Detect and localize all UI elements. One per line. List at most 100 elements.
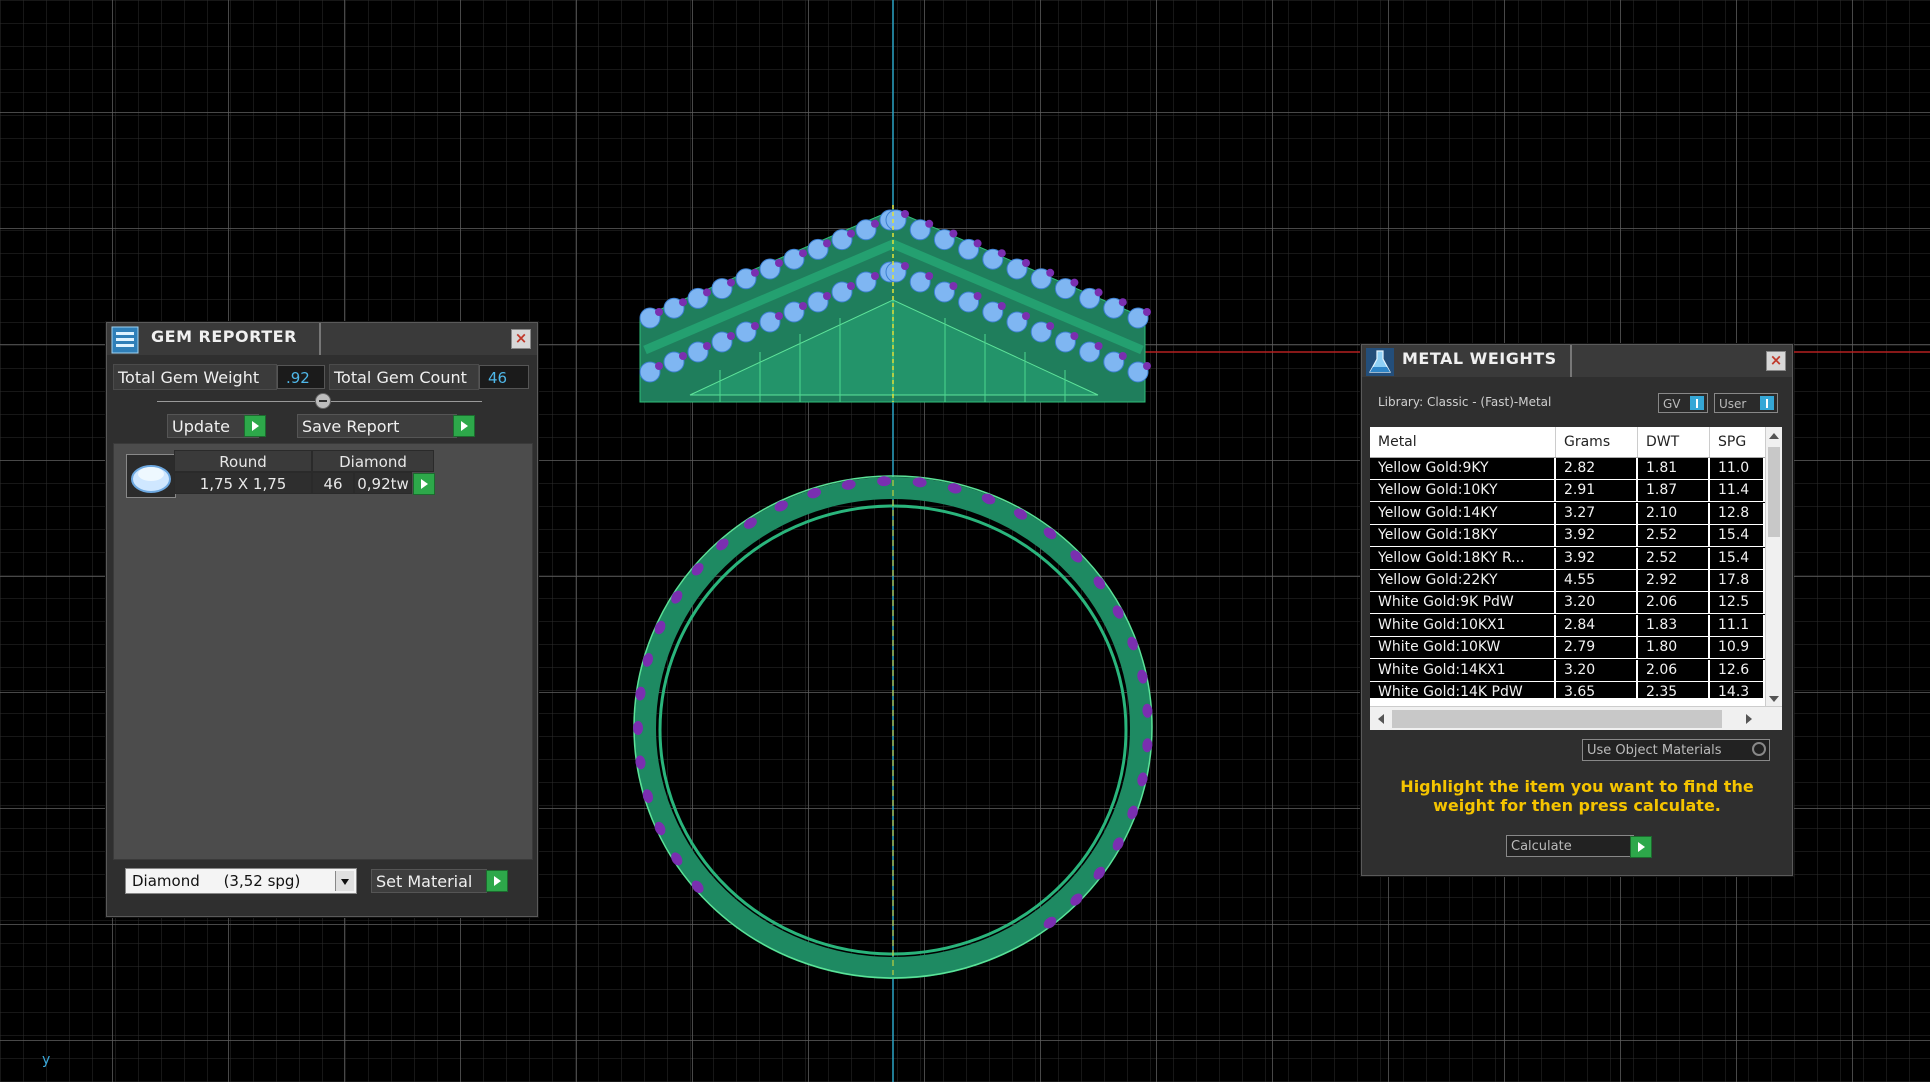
table-row[interactable]: Yellow Gold:14KY 3.27 2.10 12.8 [1370,502,1765,525]
dwt-cell: 2.52 [1638,547,1710,569]
round-diamond-icon [131,465,171,493]
spg-cell: 12.6 [1710,659,1765,681]
spg-cell: 12.8 [1710,502,1765,524]
prong [799,302,807,310]
total-gem-count-label: Total Gem Count [329,364,479,390]
scroll-down-icon[interactable] [1769,696,1779,702]
scroll-left-icon[interactable] [1378,714,1384,724]
gem-reporter-title: GEM REPORTER [151,327,297,346]
prong [1118,298,1127,307]
use-object-materials-toggle[interactable]: Use Object Materials [1582,739,1770,761]
prong [901,262,909,270]
table-row[interactable]: White Gold:10KX1 2.84 1.83 11.1 [1370,614,1765,637]
column-header-metal[interactable]: Metal [1370,427,1556,457]
title-divider [1570,345,1572,377]
gem-list[interactable]: Round Diamond 1,75 X 1,75 46 0,92tw [113,443,533,860]
library-label: Library: Classic - (Fast)-Metal [1378,395,1552,409]
metal-name-cell: Yellow Gold:18KY R... [1370,547,1556,569]
gv-label: GV [1663,397,1681,411]
metal-weights-titlebar[interactable]: METAL WEIGHTS × [1362,345,1792,377]
table-row[interactable]: White Gold:10KW 2.79 1.80 10.9 [1370,637,1765,660]
horizontal-scroll-thumb[interactable] [1392,710,1722,728]
metal-name-cell: White Gold:9K PdW [1370,592,1556,614]
prong [1070,278,1079,287]
user-toggle[interactable]: User [1714,393,1778,413]
shank-prong [633,721,643,735]
prong [823,239,831,248]
gem-reporter-panel[interactable]: GEM REPORTER × Total Gem Weight .92 Tota… [106,322,538,917]
update-play-icon[interactable] [244,415,266,437]
column-header-dwt[interactable]: DWT [1638,427,1710,457]
prong [1143,362,1151,370]
dwt-cell: 1.81 [1638,458,1710,479]
table-row[interactable]: Yellow Gold:18KY 3.92 2.52 15.4 [1370,525,1765,548]
metal-name-cell: Yellow Gold:14KY [1370,502,1556,524]
metal-table-header: Metal Grams DWT SPG [1370,427,1765,458]
prong [973,292,982,300]
prong [823,292,831,300]
metal-name-cell: Yellow Gold:18KY [1370,525,1556,547]
gem-reporter-close-button[interactable]: × [511,329,531,349]
grams-cell: 3.20 [1556,659,1638,681]
dwt-cell: 2.06 [1638,592,1710,614]
table-row[interactable]: White Gold:14KX1 3.20 2.06 12.6 [1370,659,1765,682]
prong [997,249,1006,258]
metal-table[interactable]: Metal Grams DWT SPG Yellow Gold:9KY 2.82 1… [1370,427,1782,730]
set-material-button[interactable]: Set Material [371,869,487,893]
prong [1094,288,1103,297]
grams-cell: 3.65 [1556,682,1638,698]
grams-cell: 3.27 [1556,502,1638,524]
dwt-cell: 2.92 [1638,570,1710,591]
grams-cell: 2.79 [1556,637,1638,659]
table-row[interactable]: Yellow Gold:22KY 4.55 2.92 17.8 [1370,570,1765,592]
dwt-cell: 1.83 [1638,614,1710,636]
metal-name-cell: White Gold:10KW [1370,637,1556,659]
gem-thumbnail [126,454,176,498]
prong [1046,322,1055,330]
material-select[interactable]: Diamond (3,52 spg) [125,868,357,894]
axis-indicator: y [42,1052,51,1068]
metal-name-cell: Yellow Gold:22KY [1370,570,1556,591]
gem-count-cell: 46 [312,472,354,494]
table-row[interactable]: Yellow Gold:10KY 2.91 1.87 11.4 [1370,480,1765,503]
calculate-play-icon[interactable] [1630,836,1652,858]
set-material-play-icon[interactable] [486,870,508,892]
metal-name-cell: Yellow Gold:9KY [1370,458,1556,479]
metal-weights-panel[interactable]: METAL WEIGHTS × Library: Classic - (Fast… [1361,344,1793,876]
gv-toggle[interactable]: GV [1658,393,1708,413]
prong [1046,268,1055,277]
gem-reporter-titlebar[interactable]: GEM REPORTER × [107,323,537,355]
metal-name-cell: White Gold:10KX1 [1370,614,1556,636]
save-report-play-icon[interactable] [453,415,475,437]
column-header-spg[interactable]: SPG [1710,427,1765,457]
metal-name-cell: White Gold:14KX1 [1370,659,1556,681]
scroll-up-icon[interactable] [1769,433,1779,439]
save-report-button[interactable]: Save Report [297,414,457,438]
scroll-right-icon[interactable] [1746,714,1752,724]
metal-table-body[interactable]: Yellow Gold:9KY 2.82 1.81 11.0 Yellow Gold:1… [1370,458,1765,698]
horizontal-scrollbar[interactable] [1370,706,1782,730]
set-material-label: Set Material [376,872,473,891]
prong [1094,342,1103,350]
calculate-button[interactable]: Calculate [1506,835,1634,857]
gem-reporter-icon [111,326,139,354]
table-row[interactable]: Yellow Gold:18KY R... 3.92 2.52 15.4 [1370,547,1765,570]
prong [847,282,855,290]
info-icon [1690,396,1704,410]
title-divider [319,323,321,355]
vertical-scrollbar[interactable] [1765,427,1782,706]
table-row[interactable]: Yellow Gold:9KY 2.82 1.81 11.0 [1370,458,1765,480]
metal-weights-title: METAL WEIGHTS [1402,349,1557,368]
size-slider-knob[interactable] [315,393,331,409]
column-header-grams[interactable]: Grams [1556,427,1638,457]
prong [751,322,759,330]
prong [1118,352,1127,360]
spg-cell: 11.0 [1710,458,1765,479]
table-row[interactable]: White Gold:14K PdW 3.65 2.35 14.3 [1370,682,1765,698]
metal-weights-close-button[interactable]: × [1766,351,1786,371]
gem-row-play-icon[interactable] [413,473,435,495]
table-row[interactable]: White Gold:9K PdW 3.20 2.06 12.5 [1370,592,1765,615]
chevron-down-icon[interactable] [335,871,354,891]
vertical-scroll-thumb[interactable] [1768,447,1780,537]
prong [1143,308,1151,316]
